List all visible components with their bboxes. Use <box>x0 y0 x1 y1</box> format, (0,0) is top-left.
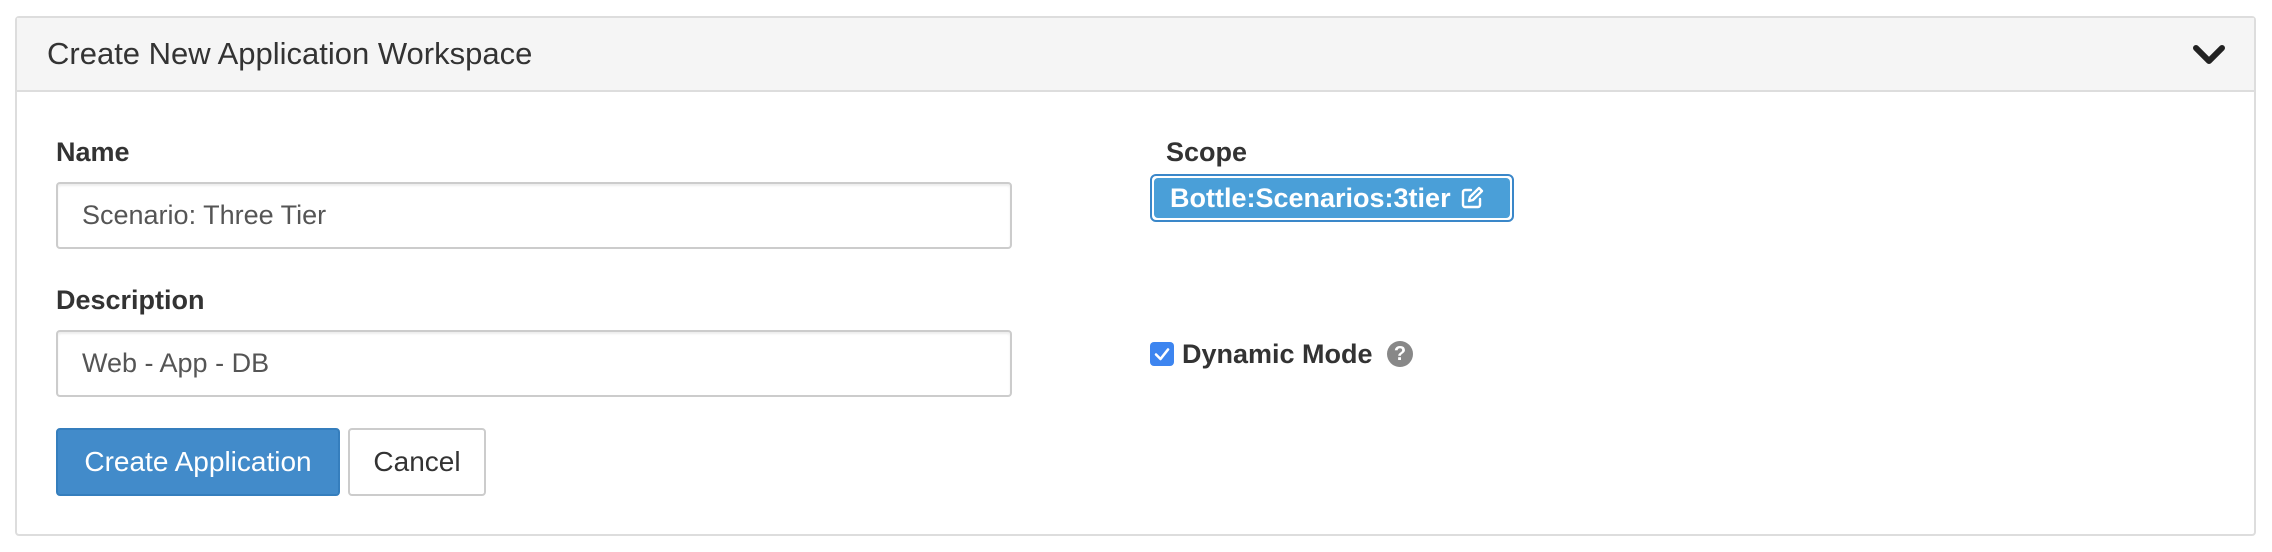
scope-label: Scope <box>1166 137 1248 167</box>
cancel-button[interactable]: Cancel <box>348 428 486 496</box>
name-label: Name <box>56 137 130 167</box>
panel-heading[interactable]: Create New Application Workspace <box>17 18 2254 92</box>
chevron-down-icon[interactable] <box>2192 40 2226 70</box>
dynamic-mode-checkbox[interactable] <box>1150 342 1174 366</box>
create-application-button[interactable]: Create Application <box>56 428 340 496</box>
dynamic-mode-label[interactable]: Dynamic Mode <box>1182 338 1373 370</box>
scope-value: Bottle:Scenarios:3tier <box>1170 183 1451 213</box>
description-label: Description <box>56 285 205 315</box>
panel-title: Create New Application Workspace <box>47 36 533 71</box>
scope-badge-inner: Bottle:Scenarios:3tier <box>1154 178 1510 218</box>
scope-badge[interactable]: Bottle:Scenarios:3tier <box>1150 174 1514 222</box>
description-input[interactable] <box>56 330 1012 397</box>
question-circle-icon[interactable]: ? <box>1387 341 1413 367</box>
edit-icon[interactable] <box>1459 185 1485 211</box>
name-input[interactable] <box>56 182 1012 249</box>
